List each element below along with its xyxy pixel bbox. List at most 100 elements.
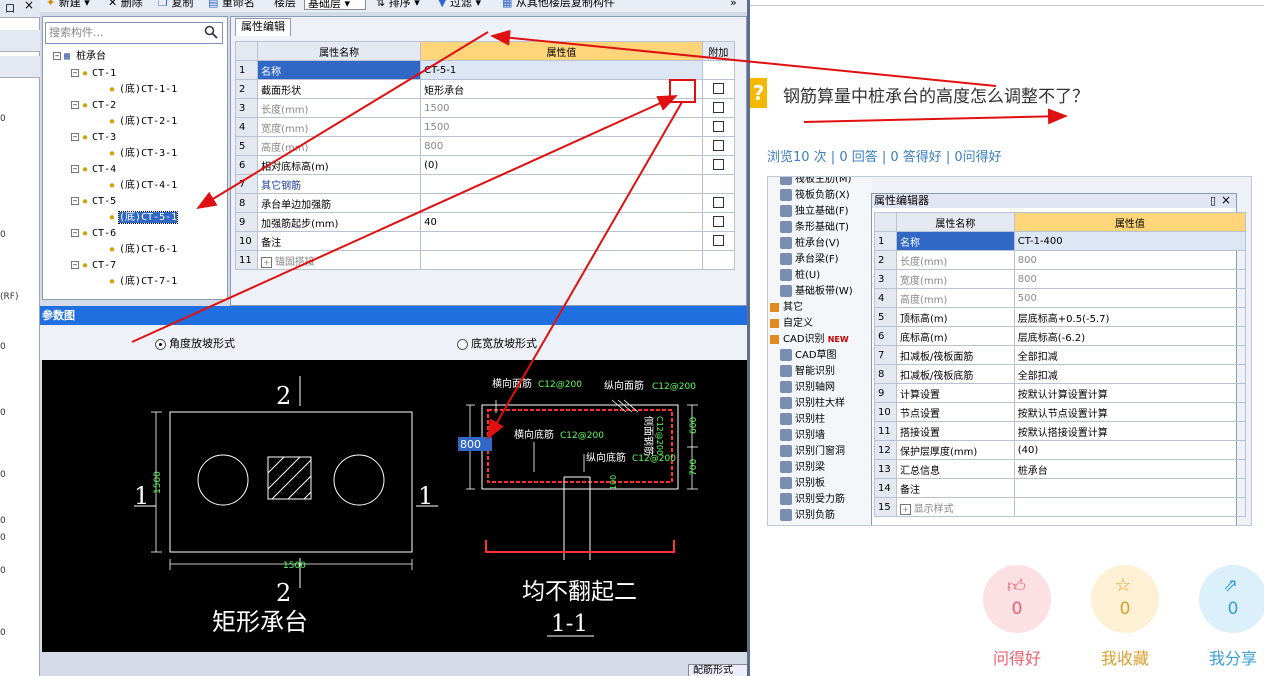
property-value[interactable] (420, 231, 703, 251)
search-icon[interactable] (204, 25, 220, 41)
rebar-config-button[interactable]: 配筋形式 (688, 664, 747, 676)
tool-icon (780, 221, 792, 233)
tree-group[interactable]: − ✹ CT-5 (71, 195, 116, 209)
share-icon: ⇗ (1223, 575, 1239, 596)
table-row[interactable]: 10 备注 (234, 231, 736, 251)
extra-checkbox[interactable] (712, 235, 724, 247)
table-row[interactable]: 5 高度(mm) 800 (234, 136, 736, 156)
tree-root[interactable]: − ▦ 桩承台 (53, 50, 106, 64)
property-name: 名称 (895, 231, 1015, 251)
parameter-diagram-header: 参数图 (40, 306, 747, 325)
property-value[interactable]: 矩形承台 (420, 79, 703, 99)
property-value[interactable]: 800 (420, 136, 703, 156)
sort-button[interactable]: ⇅ 排序 ▾ (376, 0, 420, 8)
copy-button[interactable]: ❐ 复制 (158, 0, 193, 8)
table-row[interactable]: 4 宽度(mm) 1500 (234, 117, 736, 137)
new-icon: ✦ (46, 0, 56, 9)
collapse-icon[interactable]: − (71, 197, 79, 205)
close-icon[interactable]: × (24, 0, 34, 12)
good-question-button[interactable]: 👍︎ 0 问得好 (982, 565, 1052, 669)
tree-group[interactable]: − ✹ CT-6 (71, 227, 116, 241)
table-row[interactable]: 3 长度(mm) 1500 (234, 98, 736, 118)
delete-button[interactable]: ✕ 删除 (108, 0, 143, 8)
property-value[interactable]: 1500 (420, 117, 703, 137)
filter-button[interactable]: ▼ 过滤 ▾ (438, 0, 481, 8)
tab-property-edit[interactable]: 属性编辑 (235, 18, 291, 36)
collapse-icon[interactable]: − (71, 261, 79, 269)
extra-checkbox[interactable] (712, 216, 724, 228)
favorite-button[interactable]: ☆ 0 我收藏 (1090, 565, 1160, 669)
extra-cell (701, 117, 736, 137)
tree-item[interactable]: ✹ (底)CT-5-1 (109, 211, 179, 225)
extra-checkbox[interactable] (712, 197, 724, 209)
expand-icon[interactable]: + (261, 256, 272, 268)
tree-group[interactable]: − ✹ CT-1 (71, 67, 116, 81)
collapse-icon[interactable]: − (71, 133, 79, 141)
property-value[interactable]: (0) (420, 155, 703, 175)
tree-group[interactable]: − ✹ CT-3 (71, 131, 116, 145)
share-button[interactable]: ⇗ 0 我分享 (1198, 565, 1264, 669)
property-value[interactable] (420, 174, 703, 194)
table-row[interactable]: 11 + 锚固搭接 (234, 250, 736, 270)
table-row[interactable]: 6 相对底标高(m) (0) (234, 155, 736, 175)
property-name: 计算设置 (895, 383, 1015, 403)
copy-from-floor-button[interactable]: ▦ 从其他楼层复制构件 (502, 0, 615, 8)
extra-checkbox[interactable] (712, 159, 724, 171)
collapse-icon[interactable]: − (71, 165, 79, 173)
floor-select[interactable]: 基础层 ▾ (304, 0, 366, 10)
radio-width-slope[interactable]: 底宽放坡形式 (457, 335, 537, 351)
gear-icon: ✹ (109, 212, 116, 223)
gear-icon: ✹ (109, 244, 116, 255)
tree-item[interactable]: ✹ (底)CT-1-1 (109, 83, 177, 97)
extra-checkbox[interactable] (712, 140, 724, 152)
tree-group[interactable]: − ✹ CT-4 (71, 163, 116, 177)
table-row[interactable]: 1 名称 CT-5-1 (234, 60, 736, 80)
row-number-header (874, 212, 897, 232)
property-value[interactable] (420, 250, 703, 270)
property-value[interactable]: 40 (420, 212, 703, 232)
thumbs-up-icon: 👍︎ (1007, 576, 1026, 597)
collapse-icon[interactable]: − (71, 101, 79, 109)
table-row: 9 计算设置 按默认计算设置计算 (874, 383, 1247, 403)
table-row[interactable]: 7 其它钢筋 (234, 174, 736, 194)
property-value[interactable]: CT-5-1 (420, 60, 703, 80)
table-row[interactable]: 2 截面形状 矩形承台 (234, 79, 736, 99)
table-row[interactable]: 8 承台单边加强筋 (234, 193, 736, 213)
search-input[interactable]: 搜索构件... (45, 22, 223, 44)
tree-item[interactable]: ✹ (底)CT-4-1 (109, 179, 177, 193)
tool-icon (780, 365, 792, 377)
section-height-value[interactable]: 800 (460, 438, 481, 451)
property-name: 高度(mm) (895, 288, 1015, 308)
gear-icon: ✹ (82, 100, 89, 111)
pin-icon[interactable]: 口 (5, 0, 15, 15)
collapse-icon[interactable]: − (71, 69, 79, 77)
row-number: 8 (234, 193, 259, 213)
menu-item: 基础板带(W) (780, 285, 853, 299)
collapse-icon[interactable]: − (53, 52, 61, 60)
tree-item[interactable]: ✹ (底)CT-3-1 (109, 147, 177, 161)
property-value[interactable] (420, 193, 703, 213)
collapse-icon[interactable]: − (71, 229, 79, 237)
tree-item[interactable]: ✹ (底)CT-2-1 (109, 115, 177, 129)
property-name: 长度(mm) (895, 250, 1015, 270)
tree-group[interactable]: − ✹ CT-2 (71, 99, 116, 113)
bottom-vertical-rebar-spec: C12@200 (632, 454, 676, 464)
extra-checkbox[interactable] (712, 121, 724, 133)
good-label: 问得好 (992, 649, 1041, 668)
extra-checkbox[interactable] (712, 102, 724, 114)
menu-item: CAD草图 (780, 349, 837, 363)
radio-angle-slope[interactable]: 角度放坡形式 (155, 335, 235, 351)
new-button[interactable]: ✦ 新建 ▾ (46, 0, 90, 8)
table-row[interactable]: 9 加强筋起步(mm) 40 (234, 212, 736, 232)
tool-icon (780, 525, 792, 526)
tree-item[interactable]: ✹ (底)CT-7-1 (109, 275, 177, 289)
tree-item[interactable]: ✹ (底)CT-6-1 (109, 243, 177, 257)
more-icon[interactable]: » (730, 0, 737, 8)
menu-item: 识别梁 (780, 461, 825, 475)
rename-button[interactable]: ▤ 重命名 (208, 0, 255, 8)
property-value[interactable]: 1500 (420, 98, 703, 118)
strip-label: 0 (0, 470, 6, 480)
radio-unchecked-icon (457, 338, 468, 350)
extra-checkbox[interactable] (712, 83, 724, 95)
tree-group[interactable]: − ✹ CT-7 (71, 259, 116, 273)
